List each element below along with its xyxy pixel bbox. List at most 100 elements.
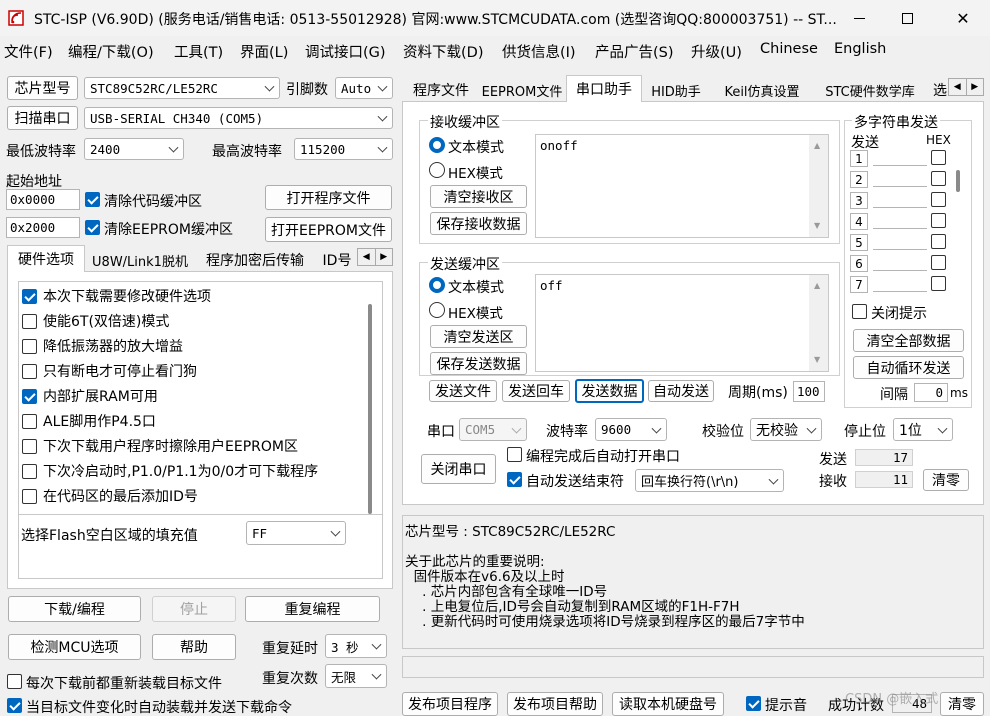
hardware-option-row[interactable]: 使能6T(双倍速)模式 xyxy=(22,311,169,331)
multi-string-input[interactable] xyxy=(873,207,927,208)
tab-u8w-offline[interactable]: U8W/Link1脱机 xyxy=(87,249,193,271)
recv-hex-mode-radio[interactable] xyxy=(429,162,445,178)
right-tab-scroll[interactable]: ◀ ▶ xyxy=(948,78,984,96)
multi-hex-checkbox[interactable] xyxy=(931,192,946,207)
serial-port-select[interactable]: COM5 xyxy=(459,418,527,441)
hardware-option-row[interactable]: 在代码区的最后添加ID号 xyxy=(22,486,198,506)
hardware-option-row[interactable]: 本次下载需要修改硬件选项 xyxy=(22,286,211,306)
menu-interface[interactable]: 界面(L) xyxy=(240,41,288,62)
hardware-option-row[interactable]: 下次冷启动时,P1.0/P1.1为0/0才可下载程序 xyxy=(22,461,318,481)
tab-serial-assistant[interactable]: 串口助手 xyxy=(566,75,642,102)
stop-button[interactable]: 停止 xyxy=(152,596,236,622)
multi-string-input[interactable] xyxy=(873,291,927,292)
hardware-option-checkbox[interactable] xyxy=(22,388,37,404)
multi-send-row-button[interactable]: 4 xyxy=(850,213,868,230)
menu-chinese[interactable]: Chinese xyxy=(760,41,818,57)
auto-loop-send-button[interactable]: 自动循环发送 xyxy=(853,356,964,379)
send-text-area[interactable]: off xyxy=(535,274,829,372)
repeat-delay-select[interactable]: 3 秒 xyxy=(325,634,387,658)
hardware-option-checkbox[interactable] xyxy=(22,463,37,479)
open-program-file-button[interactable]: 打开程序文件 xyxy=(265,185,392,210)
close-port-button[interactable]: 关闭串口 xyxy=(421,454,496,484)
multi-hex-checkbox[interactable] xyxy=(931,234,946,249)
menu-debug[interactable]: 调试接口(G) xyxy=(305,41,386,62)
parity-select[interactable]: 无校验 xyxy=(750,418,822,441)
tab-left-icon[interactable]: ◀ xyxy=(949,79,967,95)
tab-eeprom-file[interactable]: EEPROM文件 xyxy=(480,79,564,101)
multi-string-input[interactable] xyxy=(873,270,927,271)
clear-count-button[interactable]: 清零 xyxy=(923,469,969,491)
tab-right-icon[interactable]: ▶ xyxy=(967,79,984,95)
open-eeprom-file-button[interactable]: 打开EEPROM文件 xyxy=(265,217,392,242)
min-baud-select[interactable]: 2400 xyxy=(84,138,184,160)
tab-id[interactable]: ID号 xyxy=(317,249,357,271)
auto-send-button[interactable]: 自动发送 xyxy=(648,380,714,402)
menu-english[interactable]: English xyxy=(834,41,886,57)
multi-string-input[interactable] xyxy=(873,165,927,166)
fill-value-select[interactable]: FF xyxy=(246,521,346,545)
scroll-down-icon[interactable]: ▼ xyxy=(814,355,820,364)
clear-eeprom-checkbox[interactable] xyxy=(85,220,100,235)
clear-send-button[interactable]: 清空发送区 xyxy=(430,325,527,348)
baud-rate-select[interactable]: 9600 xyxy=(595,418,667,441)
clear-success-button[interactable]: 清零 xyxy=(940,692,984,716)
multi-send-row-button[interactable]: 7 xyxy=(850,276,868,293)
auto-reload-checkbox[interactable] xyxy=(7,698,22,713)
tab-program-file[interactable]: 程序文件 xyxy=(405,79,477,101)
multi-send-row-button[interactable]: 5 xyxy=(850,234,868,251)
send-hex-mode-radio[interactable] xyxy=(429,302,445,318)
multi-scrollbar[interactable] xyxy=(956,170,960,192)
multi-string-input[interactable] xyxy=(873,228,927,229)
max-baud-select[interactable]: 115200 xyxy=(294,138,393,160)
save-receive-button[interactable]: 保存接收数据 xyxy=(430,212,527,235)
repeat-program-button[interactable]: 重复编程 xyxy=(245,596,380,622)
hardware-option-checkbox[interactable] xyxy=(22,413,37,429)
multi-hex-checkbox[interactable] xyxy=(931,255,946,270)
tab-encrypt-transfer[interactable]: 程序加密后传输 xyxy=(196,249,314,271)
publish-help-button[interactable]: 发布项目帮助 xyxy=(507,692,603,716)
send-return-button[interactable]: 发送回车 xyxy=(502,380,570,402)
code-address-input[interactable]: 0x0000 xyxy=(6,189,80,210)
menu-supply[interactable]: 供货信息(I) xyxy=(502,41,576,62)
auto-end-char-checkbox[interactable] xyxy=(507,472,522,487)
maximize-button[interactable] xyxy=(884,0,930,36)
tab-hid-assistant[interactable]: HID助手 xyxy=(645,79,707,101)
tab-left-icon[interactable]: ◀ xyxy=(358,249,376,265)
multi-string-input[interactable] xyxy=(873,186,927,187)
tab-math-library[interactable]: STC硬件数学库 xyxy=(816,79,924,101)
detect-mcu-options-button[interactable]: 检测MCU选项 xyxy=(8,634,141,660)
menu-file[interactable]: 文件(F) xyxy=(4,41,53,62)
help-button[interactable]: 帮助 xyxy=(152,634,236,660)
scroll-up-icon[interactable]: ▲ xyxy=(814,281,820,290)
port-select[interactable]: USB-SERIAL CH340 (COM5) xyxy=(84,107,393,129)
scroll-down-icon[interactable]: ▼ xyxy=(814,221,820,230)
menu-upgrade[interactable]: 升级(U) xyxy=(691,41,742,62)
multi-hex-checkbox[interactable] xyxy=(931,276,946,291)
tab-right-icon[interactable]: ▶ xyxy=(376,249,393,265)
chip-model-select[interactable]: STC89C52RC/LE52RC xyxy=(84,77,280,99)
hardware-option-row[interactable]: 只有断电才可停止看门狗 xyxy=(22,361,197,381)
tab-hardware-options[interactable]: 硬件选项 xyxy=(7,245,85,272)
send-scrollbar[interactable]: ▲ ▼ xyxy=(809,275,828,371)
multi-send-row-button[interactable]: 1 xyxy=(850,150,868,167)
clear-all-data-button[interactable]: 清空全部数据 xyxy=(853,329,964,352)
multi-hex-checkbox[interactable] xyxy=(931,150,946,165)
close-icon[interactable]: ✕ xyxy=(940,0,986,36)
options-scrollbar[interactable] xyxy=(368,304,372,514)
receive-text-area[interactable]: onoff xyxy=(535,134,829,238)
hardware-option-checkbox[interactable] xyxy=(22,313,37,329)
menu-docs[interactable]: 资料下载(D) xyxy=(403,41,483,62)
minimize-button[interactable] xyxy=(836,0,882,36)
clear-receive-button[interactable]: 清空接收区 xyxy=(430,185,527,208)
beep-checkbox[interactable] xyxy=(746,696,761,711)
tab-more[interactable]: 选 xyxy=(930,79,950,101)
scroll-up-icon[interactable]: ▲ xyxy=(814,141,820,150)
tab-keil-settings[interactable]: Keil仿真设置 xyxy=(712,79,812,101)
reload-each-checkbox[interactable] xyxy=(7,674,22,689)
save-send-button[interactable]: 保存发送数据 xyxy=(430,352,527,375)
multi-hex-checkbox[interactable] xyxy=(931,213,946,228)
hardware-option-checkbox[interactable] xyxy=(22,488,37,504)
send-file-button[interactable]: 发送文件 xyxy=(429,380,497,402)
hardware-option-checkbox[interactable] xyxy=(22,363,37,379)
menu-tools[interactable]: 工具(T) xyxy=(174,41,223,62)
